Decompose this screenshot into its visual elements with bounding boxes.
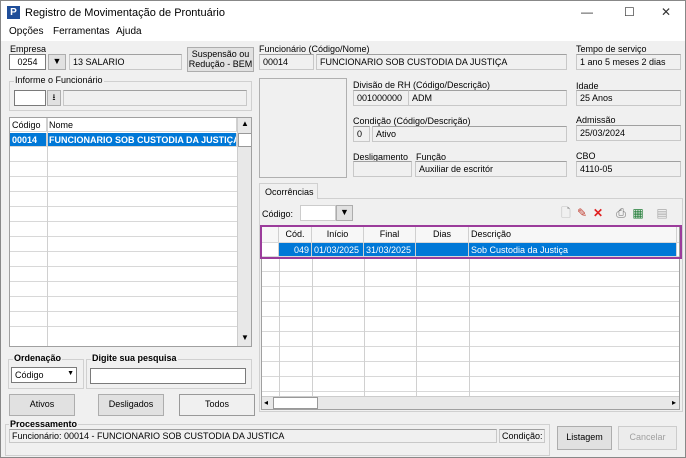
todos-button[interactable]: Todos (179, 394, 255, 416)
maximize-button[interactable]: ☐ (624, 5, 635, 19)
scroll-right-icon[interactable]: ▸ (672, 398, 676, 407)
admissao-field: 25/03/2024 (576, 125, 681, 141)
report-icon[interactable]: ▤ (655, 206, 669, 220)
highlight-box (260, 225, 682, 259)
admissao-label: Admissão (576, 115, 616, 125)
condicao-code-field: 0 (353, 126, 370, 142)
printer-icon[interactable]: ⎙ (614, 206, 628, 220)
close-button[interactable]: ✕ (661, 5, 671, 19)
delete-x-icon[interactable]: ✕ (591, 206, 605, 220)
divisao-label: Divisão de RH (Código/Descrição) (353, 80, 491, 90)
cbo-field: 4110-05 (576, 161, 681, 177)
suspensao-button[interactable]: Suspensão ou Redução - BEM (187, 47, 254, 72)
menu-ajuda[interactable]: Ajuda (116, 26, 142, 37)
window-title: Registro de Movimentação de Prontuário (25, 7, 225, 19)
processamento-status-field: Funcionário: 00014 - FUNCIONARIO SOB CUS… (9, 429, 497, 443)
cancelar-button[interactable]: Cancelar (618, 426, 677, 450)
scroll-thumb[interactable] (273, 397, 318, 409)
idade-field: 25 Anos (576, 90, 681, 106)
chevron-down-icon: ▼ (340, 207, 349, 218)
processamento-condicao-field: Condição: 0 (499, 429, 545, 443)
cbo-label: CBO (576, 151, 596, 161)
col-nome[interactable]: Nome (47, 118, 237, 131)
empresa-dropdown-button[interactable]: ▼ (48, 54, 66, 70)
funcao-field: Auxiliar de escritór (415, 161, 567, 177)
tempo-servico-label: Tempo de serviço (576, 44, 647, 54)
listagem-button[interactable]: Listagem (557, 426, 612, 450)
desligamento-field (353, 161, 412, 177)
divisao-code-field: 001000000 (353, 90, 413, 106)
ordenacao-label: Ordenação (13, 353, 63, 363)
pesquisa-input[interactable] (90, 368, 246, 384)
condicao-label: Condição (Código/Descrição) (353, 116, 471, 126)
desligados-button[interactable]: Desligados (98, 394, 164, 416)
list-vertical-scrollbar[interactable]: ▲ ▼ (237, 118, 251, 346)
codigo-filter-input[interactable] (300, 205, 336, 221)
scroll-up-icon[interactable]: ▲ (239, 119, 251, 132)
informe-label: Informe o Funcionário (14, 75, 104, 85)
minimize-button[interactable]: — (581, 5, 593, 19)
tempo-servico-field: 1 ano 5 meses 2 dias (576, 54, 681, 70)
scroll-left-icon[interactable]: ◂ (264, 398, 268, 407)
download-arrow-icon: ⭳ (52, 92, 56, 103)
informe-code-input[interactable] (14, 90, 46, 106)
menu-bar: Opções Ferramentas Ajuda (1, 25, 685, 41)
main-window: P Registro de Movimentação de Prontuário… (0, 0, 686, 458)
codigo-filter-label: Código: (262, 209, 294, 219)
codigo-dropdown-button[interactable]: ▼ (336, 205, 353, 221)
funcionario-name-field: FUNCIONARIO SOB CUSTODIA DA JUSTIÇA (316, 54, 567, 70)
search-employee-button[interactable]: ⭳ (47, 90, 61, 106)
divisao-desc-field: ADM (408, 90, 567, 106)
empresa-name-field: 13 SALARIO (69, 54, 182, 70)
empresa-label: Empresa (10, 44, 47, 54)
pesquisa-label: Digite sua pesquisa (91, 353, 178, 363)
informe-name-field (63, 90, 247, 106)
scroll-thumb[interactable] (238, 133, 251, 147)
menu-ferramentas[interactable]: Ferramentas (53, 26, 110, 37)
cell-name: FUNCIONARIO SOB CUSTODIA DA JUSTIÇA (49, 133, 237, 146)
title-bar: P Registro de Movimentação de Prontuário… (1, 1, 685, 25)
col-codigo[interactable]: Código (10, 118, 47, 131)
grid-horizontal-scrollbar[interactable]: ◂ ▸ (262, 396, 679, 409)
ativos-button[interactable]: Ativos (9, 394, 75, 416)
chevron-down-icon: ▼ (67, 370, 74, 377)
chevron-down-icon: ▼ (52, 56, 62, 67)
processamento-label: Processamento (9, 419, 79, 429)
photo-box (259, 78, 347, 178)
ordenacao-select[interactable]: Código ▼ (11, 367, 77, 383)
menu-opcoes[interactable]: Opções (9, 26, 43, 37)
app-icon: P (7, 6, 20, 19)
empresa-code-input[interactable]: 0254 (9, 54, 46, 70)
condicao-desc-field: Ativo (372, 126, 567, 142)
scroll-down-icon[interactable]: ▼ (239, 333, 251, 346)
funcionario-label: Funcionário (Código/Nome) (259, 44, 370, 54)
ordenacao-value: Código (15, 370, 44, 380)
new-document-icon[interactable]: 🗋 (559, 206, 573, 220)
edit-pencil-icon[interactable]: ✎ (575, 206, 589, 220)
cell-code: 00014 (10, 133, 47, 146)
excel-export-icon[interactable]: ▦ (631, 206, 645, 220)
employee-list: Código Nome 00014 FUNCIONARIO SOB CUSTOD… (9, 117, 252, 347)
funcionario-code-field: 00014 (259, 54, 314, 70)
tab-ocorrencias[interactable]: Ocorrências (259, 183, 318, 199)
